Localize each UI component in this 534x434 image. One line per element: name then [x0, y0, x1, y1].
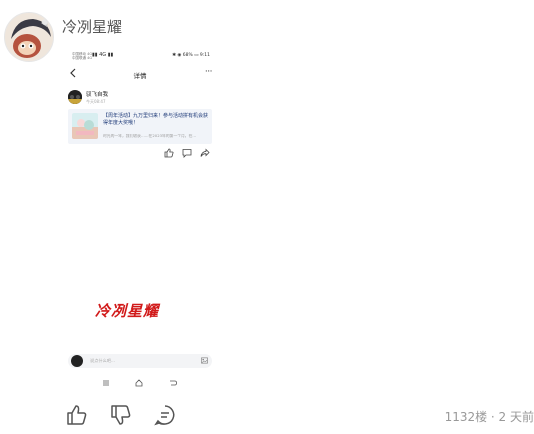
status-signal: ▮▮ 4G ▮▮ — [92, 52, 114, 58]
comment-input-bar: 说点什么吧... — [68, 354, 212, 368]
watermark-text: 冷冽星耀 — [95, 302, 160, 320]
username[interactable]: 冷冽星耀 — [62, 16, 122, 37]
user-avatar[interactable] — [4, 12, 54, 62]
card-description: 时光的一年，我们收获……在2023年的第一个月，在... — [103, 134, 197, 138]
post-author-name: 驭飞自我 — [86, 92, 109, 98]
like-icon — [164, 148, 174, 158]
status-battery-time: ✱ ◉ 68% ▭ 9:11 — [172, 53, 210, 58]
comment-avatar — [71, 355, 83, 367]
image-icon — [201, 357, 208, 364]
return-icon — [170, 380, 177, 386]
thumb-up-icon[interactable] — [66, 404, 88, 426]
post-time: 今天08:47 — [86, 99, 106, 104]
floor-info: 1132楼 · 2 天前 — [444, 410, 534, 424]
more-icon: ··· — [204, 67, 213, 77]
comment-placeholder: 说点什么吧... — [90, 358, 115, 363]
link-card: 【周年活动】九万里归来！参与活动拼有机会获得年度大奖哦！ 时光的一年，我们收获…… — [68, 109, 212, 144]
menu-icon — [103, 380, 109, 386]
thumb-down-icon[interactable] — [110, 404, 132, 426]
status-carrier: 中国移动 4G 中国联通 4G — [72, 52, 93, 60]
card-thumbnail — [72, 113, 98, 139]
reply-icon[interactable] — [154, 404, 176, 426]
card-title: 【周年活动】九万里归来！参与活动拼有机会获得年度大奖哦！ — [103, 113, 209, 126]
post-author-avatar — [68, 90, 82, 104]
nav-title: 详情 — [133, 72, 147, 80]
home-icon — [135, 379, 143, 387]
comment-icon — [182, 149, 192, 158]
attached-screenshot[interactable]: 中国移动 4G 中国联通 4G ▮▮ 4G ▮▮ ✱ ◉ 68% ▭ 9:11 … — [64, 48, 216, 394]
share-icon — [200, 148, 210, 157]
